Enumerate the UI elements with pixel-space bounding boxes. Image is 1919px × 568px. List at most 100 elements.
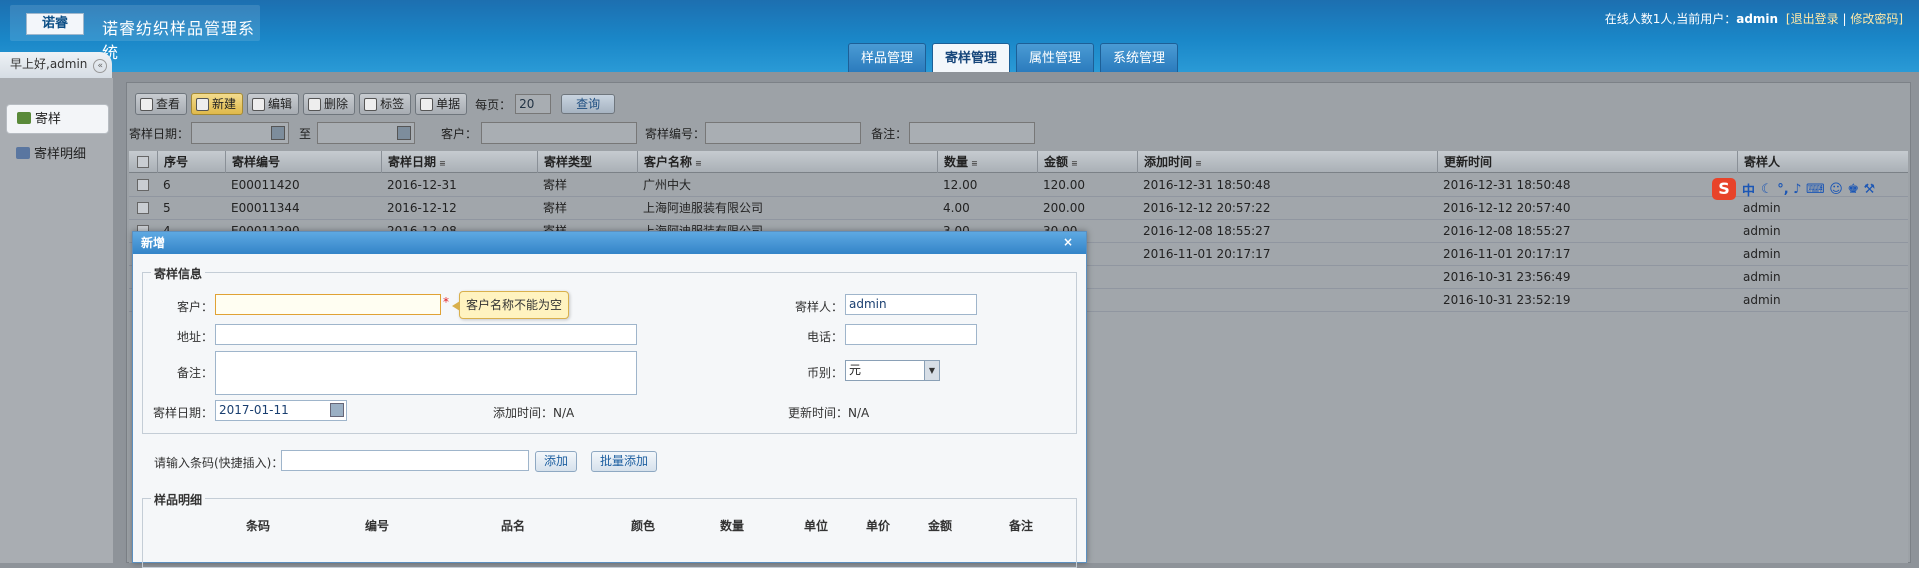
cell-seq: 6 — [163, 178, 171, 192]
ime-logo-icon[interactable]: S — [1712, 178, 1736, 200]
query-button[interactable]: 查询 — [561, 94, 616, 114]
col-header-sender[interactable]: 寄样人 — [1737, 151, 1908, 173]
remark-textarea[interactable] — [215, 351, 637, 395]
cell-sender: admin — [1743, 293, 1781, 307]
new-button[interactable]: 新建 — [191, 93, 244, 115]
col-header-qty[interactable]: 数量 ≡ — [937, 151, 1037, 173]
number-filter-input[interactable] — [705, 122, 862, 144]
cell-added — [1137, 266, 1437, 288]
batch-add-button[interactable]: 批量添加 — [591, 451, 658, 472]
toolbar: 查看 新建 编辑 删除 标签 单据 每页： 20 查询 — [135, 93, 616, 115]
tab-system-management[interactable]: 系统管理 — [1100, 43, 1179, 72]
tab-sample-management[interactable]: 样品管理 — [848, 43, 927, 72]
remark-filter-input[interactable] — [909, 122, 1036, 144]
cell-added — [1137, 289, 1437, 311]
cell-added: 2016-12-08 18:55:27 — [1143, 224, 1271, 238]
required-mark: * — [443, 295, 449, 309]
customer-input[interactable] — [215, 294, 441, 315]
remark-label: 备注： — [176, 366, 213, 380]
add-button[interactable]: 添加 — [535, 451, 578, 472]
main-tabs: 样品管理 寄样管理 属性管理 系统管理 — [848, 43, 1179, 72]
sidebar-item-shipment-detail[interactable]: 寄样明细 — [6, 140, 109, 170]
col-header-amount[interactable]: 金额 ≡ — [1037, 151, 1137, 173]
sidebar: 寄样 寄样明细 — [0, 78, 113, 563]
phone-input[interactable] — [845, 324, 977, 345]
col-header-seq[interactable]: 序号 — [157, 151, 225, 173]
updated-time-value: N/A — [848, 406, 870, 420]
detail-col-unit: 单位 — [804, 519, 829, 533]
remark-filter-label: 备注： — [871, 126, 908, 141]
col-header-updated[interactable]: 更新时间 — [1437, 151, 1737, 173]
dialog-title-bar: 新增 — [133, 232, 1086, 254]
date-to-input[interactable] — [317, 122, 416, 144]
chevron-down-icon: ▼ — [924, 361, 939, 380]
to-label: 至 — [299, 126, 312, 141]
validation-tooltip: 客户名称不能为空 — [451, 291, 570, 319]
tab-attribute-management[interactable]: 属性管理 — [1016, 43, 1095, 72]
select-all-checkbox[interactable] — [129, 151, 157, 173]
collapse-icon[interactable]: « — [93, 59, 108, 73]
currency-label: 币别： — [806, 366, 843, 380]
row-checkbox[interactable] — [129, 197, 157, 219]
added-time-label: 添加时间： — [493, 406, 554, 420]
calendar-icon[interactable] — [271, 126, 286, 140]
calendar-icon[interactable] — [397, 126, 412, 140]
cell-updated: 2016-10-31 23:52:19 — [1443, 293, 1571, 307]
logout-link[interactable]: [退出登录 — [1786, 12, 1839, 26]
date-from-input[interactable] — [191, 122, 290, 144]
table-row[interactable]: 6 E00011420 2016-12-31 寄样 广州中大 12.00 120.00 201… — [129, 174, 1908, 197]
table-row[interactable]: 5 E00011344 2016-12-12 寄样 上海阿迪服装有限公司 4.00 200.… — [129, 197, 1908, 220]
delete-button[interactable]: 删除 — [303, 93, 356, 115]
detail-col-barcode: 条码 — [246, 519, 271, 533]
sidebar-item-shipment[interactable]: 寄样 — [6, 104, 109, 134]
cell-updated: 2016-11-01 20:17:17 — [1443, 247, 1571, 261]
col-header-customer[interactable]: 客户名称 ≡ — [637, 151, 937, 173]
separator: | — [1842, 12, 1847, 26]
view-label: 查看 — [156, 97, 181, 111]
cell-type: 寄样 — [543, 178, 568, 192]
cell-customer: 广州中大 — [643, 178, 692, 192]
col-header-date[interactable]: 寄样日期 ≡ — [381, 151, 537, 173]
edit-button[interactable]: 编辑 — [247, 93, 300, 115]
filter-bar: 寄样日期： 至 客户： 寄样编号： 备注： — [129, 121, 1036, 145]
detail-col-name: 品名 — [501, 519, 526, 533]
label-button[interactable]: 标签 — [359, 93, 412, 115]
detail-col-qty: 数量 — [720, 519, 745, 533]
currency-select[interactable]: 元 ▼ — [845, 360, 940, 381]
col-header-added[interactable]: 添加时间 ≡ — [1137, 151, 1437, 173]
shipment-date-input[interactable]: 2017-01-11 — [215, 400, 347, 421]
row-checkbox[interactable] — [129, 174, 157, 196]
printer-icon — [420, 97, 434, 111]
edit-icon — [252, 97, 266, 111]
sample-detail-section: 样品明细 条码 编号 品名 颜色 数量 单位 单价 金额 备注 — [142, 491, 1077, 568]
address-input[interactable] — [215, 324, 637, 345]
cell-qty: 4.00 — [943, 201, 970, 215]
barcode-input[interactable] — [281, 450, 529, 471]
shipment-date-label: 寄样日期： — [152, 406, 213, 420]
updated-time: 更新时间：N/A — [788, 404, 869, 421]
view-button[interactable]: 查看 — [135, 93, 188, 115]
tab-shipment-management[interactable]: 寄样管理 — [932, 43, 1011, 72]
ime-toolbar: S 中 ☾ °, ♪ ⌨ ☺ ♚ ⚒ — [1712, 178, 1875, 200]
cell-added: 2016-12-12 20:57:22 — [1143, 201, 1271, 215]
cell-no: E00011420 — [231, 178, 300, 192]
sender-input[interactable]: admin — [845, 294, 977, 315]
ime-tools-icons[interactable]: ☾ °, ♪ ⌨ ☺ ♚ ⚒ — [1761, 182, 1875, 197]
added-time-value: N/A — [553, 406, 575, 420]
customer-filter-input[interactable] — [481, 122, 638, 144]
detail-col-color: 颜色 — [631, 519, 656, 533]
cell-type: 寄样 — [543, 201, 568, 215]
col-header-no[interactable]: 寄样编号 — [225, 151, 381, 173]
app-title: 诺睿纺织样品管理系统 — [102, 19, 256, 62]
phone-label: 电话： — [806, 330, 843, 344]
close-icon[interactable]: × — [1060, 234, 1076, 250]
calendar-icon[interactable] — [330, 403, 344, 417]
ime-lang-toggle[interactable]: 中 — [1742, 180, 1755, 199]
grid-header: 序号 寄样编号 寄样日期 ≡ 寄样类型 客户名称 ≡ 数量 ≡ 金额 ≡ 添加时间 ≡ 更… — [129, 151, 1908, 173]
col-header-type[interactable]: 寄样类型 — [537, 151, 637, 173]
change-password-link[interactable]: 修改密码] — [1850, 12, 1903, 26]
per-page-input[interactable]: 20 — [515, 94, 552, 114]
shipment-icon — [17, 112, 31, 124]
voucher-button[interactable]: 单据 — [415, 93, 468, 115]
cell-sender: admin — [1743, 224, 1781, 238]
